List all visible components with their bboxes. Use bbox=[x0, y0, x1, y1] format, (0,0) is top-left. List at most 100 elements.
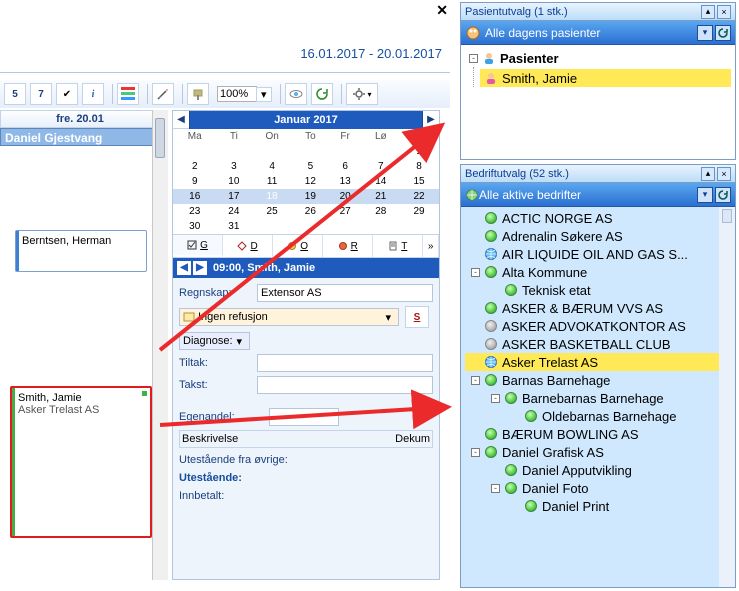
expand-icon[interactable]: - bbox=[471, 448, 480, 457]
mini-calendar[interactable]: MaTiOnToFrLøSø12345678910111213141516171… bbox=[173, 129, 439, 234]
bedrift-item[interactable]: -Barnebarnas Barnehage bbox=[465, 389, 735, 407]
refusjon-picker[interactable]: Ingen refusjon ▾ bbox=[179, 308, 399, 326]
bedrift-item[interactable]: Teknisk etat bbox=[465, 281, 735, 299]
innbetalt-label: Innbetalt: bbox=[179, 490, 433, 502]
bedrift-item[interactable]: ASKER BASKETBALL CLUB bbox=[465, 335, 735, 353]
tb-refresh-icon[interactable] bbox=[311, 83, 333, 105]
bedrift-item[interactable]: BÆRUM BOWLING AS bbox=[465, 425, 735, 443]
mini-cal-next[interactable]: ▶ bbox=[423, 114, 439, 125]
pasient-filter-refresh[interactable] bbox=[715, 25, 731, 41]
tb-color-icon[interactable] bbox=[117, 83, 139, 105]
scrollbar-thumb[interactable] bbox=[155, 118, 165, 158]
refusjon-label: Ingen refusjon bbox=[198, 311, 381, 323]
status-dot-icon bbox=[484, 229, 498, 243]
tb-btn-5[interactable]: 5 bbox=[4, 83, 26, 105]
main-toolbar: 5 7 ✔ i ▾ ▾ bbox=[0, 80, 450, 108]
bedrift-item-label: AIR LIQUIDE OIL AND GAS S... bbox=[502, 247, 688, 262]
regnskap-input[interactable] bbox=[257, 284, 433, 302]
pasient-panel-close[interactable]: × bbox=[717, 5, 731, 19]
zoom-control[interactable]: ▾ bbox=[217, 86, 272, 102]
bedrift-panel-close[interactable]: × bbox=[717, 167, 731, 181]
appointment-card[interactable]: Berntsen, Herman bbox=[15, 230, 147, 272]
bedrift-item[interactable]: ACTIC NORGE AS bbox=[465, 209, 735, 227]
tb-check-icon[interactable]: ✔ bbox=[56, 83, 78, 105]
pasient-filter-dropdown[interactable]: ▾ bbox=[697, 25, 713, 41]
bedrift-item[interactable]: -Daniel Foto bbox=[465, 479, 735, 497]
bedrift-item[interactable]: Daniel Print bbox=[465, 497, 735, 515]
tb-wand-icon[interactable] bbox=[152, 83, 174, 105]
appointment-time-label: 09:00, Smith, Jamie bbox=[213, 262, 315, 274]
pasient-panel-collapse[interactable]: ▴ bbox=[701, 5, 715, 19]
resource-header[interactable]: Daniel Gjestvang bbox=[0, 128, 160, 146]
bedrift-tree[interactable]: ACTIC NORGE ASAdrenalin Søkere AS AIR LIQ… bbox=[461, 207, 735, 587]
calendar-scrollbar[interactable] bbox=[152, 110, 168, 580]
pasient-item[interactable]: Smith, Jamie bbox=[480, 69, 731, 87]
bedrift-scrollbar[interactable] bbox=[719, 207, 735, 587]
close-icon[interactable]: ✕ bbox=[436, 2, 448, 19]
bedrift-item[interactable]: Asker Trelast AS bbox=[465, 353, 735, 371]
bedrift-item[interactable]: Oldebarnas Barnehage bbox=[465, 407, 735, 425]
avatar-icon bbox=[484, 71, 498, 85]
bedrift-item[interactable]: Daniel Apputvikling bbox=[465, 461, 735, 479]
tb-btn-7[interactable]: 7 bbox=[30, 83, 52, 105]
mini-cal-prev[interactable]: ◀ bbox=[173, 114, 189, 125]
diagnose-picker[interactable]: Diagnose: ▾ bbox=[179, 332, 250, 350]
tab-t[interactable]: T bbox=[373, 235, 423, 257]
bedrift-item[interactable]: ASKER ADVOKATKONTOR AS bbox=[465, 317, 735, 335]
time-prev[interactable]: ◀ bbox=[177, 261, 191, 275]
expand-icon[interactable]: - bbox=[469, 54, 478, 63]
tiltak-label: Tiltak: bbox=[179, 357, 257, 369]
expand-icon[interactable]: - bbox=[491, 394, 500, 403]
field-egenandel: Egenandel: bbox=[179, 408, 433, 426]
date-range: 16.01.2017 - 20.01.2017 bbox=[300, 46, 442, 61]
pasient-filter-label: Alle dagens pasienter bbox=[485, 26, 695, 40]
egenandel-input[interactable] bbox=[269, 408, 339, 426]
bedrift-item[interactable]: Adrenalin Søkere AS bbox=[465, 227, 735, 245]
mini-cal-month[interactable]: Januar 2017 bbox=[189, 111, 423, 129]
pasient-root[interactable]: - Pasienter bbox=[465, 49, 731, 67]
expand-icon[interactable]: - bbox=[471, 268, 480, 277]
diagnose-label: Diagnose: bbox=[183, 335, 233, 347]
diagnose-caret[interactable]: ▾ bbox=[233, 335, 247, 348]
s-button[interactable]: S bbox=[405, 306, 429, 328]
day-header[interactable]: fre. 20.01 bbox=[0, 110, 160, 128]
status-dot-icon bbox=[484, 301, 498, 315]
bedrift-item-label: Alta Kommune bbox=[502, 265, 587, 280]
avatar-icon bbox=[482, 51, 496, 65]
zoom-caret[interactable]: ▾ bbox=[256, 87, 272, 102]
bedrift-item[interactable]: ASKER & BÆRUM VVS AS bbox=[465, 299, 735, 317]
zoom-input[interactable] bbox=[217, 86, 257, 102]
bedrift-filter-dropdown[interactable]: ▾ bbox=[697, 187, 713, 203]
expand-icon[interactable]: - bbox=[471, 376, 480, 385]
expand-icon[interactable]: - bbox=[491, 484, 500, 493]
field-regnskap: Regnskap: bbox=[179, 284, 433, 302]
bedrift-item[interactable]: -Barnas Barnehage bbox=[465, 371, 735, 389]
refusjon-caret[interactable]: ▾ bbox=[381, 311, 395, 324]
tab-g[interactable]: G bbox=[173, 235, 223, 257]
form-tabs: G D O R T » bbox=[173, 234, 439, 258]
tab-r[interactable]: R bbox=[323, 235, 373, 257]
tb-paint-icon[interactable] bbox=[187, 83, 209, 105]
bedrift-item[interactable]: AIR LIQUIDE OIL AND GAS S... bbox=[465, 245, 735, 263]
bedrift-item[interactable]: - Alta Kommune bbox=[465, 263, 735, 281]
tiltak-input[interactable] bbox=[257, 354, 433, 372]
bedrift-item[interactable]: -Daniel Grafisk AS bbox=[465, 443, 735, 461]
tb-info-icon[interactable]: i bbox=[82, 83, 104, 105]
status-dot-icon bbox=[142, 391, 147, 396]
bedrift-item-label: ASKER & BÆRUM VVS AS bbox=[502, 301, 663, 316]
tab-more[interactable]: » bbox=[423, 235, 439, 257]
tab-d[interactable]: D bbox=[223, 235, 273, 257]
appointment-card-selected[interactable]: Smith, Jamie Asker Trelast AS bbox=[10, 386, 152, 538]
tb-gear-icon[interactable]: ▾ bbox=[346, 83, 378, 105]
bedrift-panel-collapse[interactable]: ▴ bbox=[701, 167, 715, 181]
tb-eye-icon[interactable] bbox=[285, 83, 307, 105]
globe-icon bbox=[484, 247, 498, 261]
takst-input[interactable] bbox=[257, 376, 433, 394]
appointment-name: Berntsen, Herman bbox=[22, 235, 111, 247]
time-next[interactable]: ▶ bbox=[193, 261, 207, 275]
mini-cal-nav: ◀ Januar 2017 ▶ bbox=[173, 111, 439, 129]
scroll-up-button[interactable] bbox=[722, 209, 732, 223]
tab-o[interactable]: O bbox=[273, 235, 323, 257]
day-header-label: fre. 20.01 bbox=[56, 113, 104, 125]
bedrift-filter-refresh[interactable] bbox=[715, 187, 731, 203]
